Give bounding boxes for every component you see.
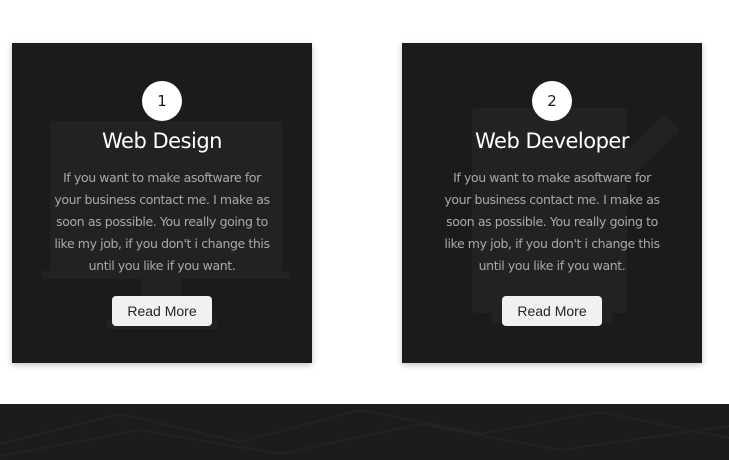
card-description: If you want to make asoftware for your b… [444,170,660,273]
card-title: Web Design [102,129,222,153]
card-description: If you want to make asoftware for your b… [54,170,270,273]
card-number-badge: 1 [142,81,182,121]
card-number-badge: 2 [532,81,572,121]
service-card-web-design: 1 Web Design If you want to make asoftwa… [12,43,312,363]
footer-section [0,404,729,460]
service-card-web-developer: 2 Web Developer If you want to make asof… [402,43,702,363]
footer-texture [0,408,729,457]
read-more-button[interactable]: Read More [502,296,602,326]
card-title: Web Developer [475,129,629,153]
read-more-button[interactable]: Read More [112,296,212,326]
